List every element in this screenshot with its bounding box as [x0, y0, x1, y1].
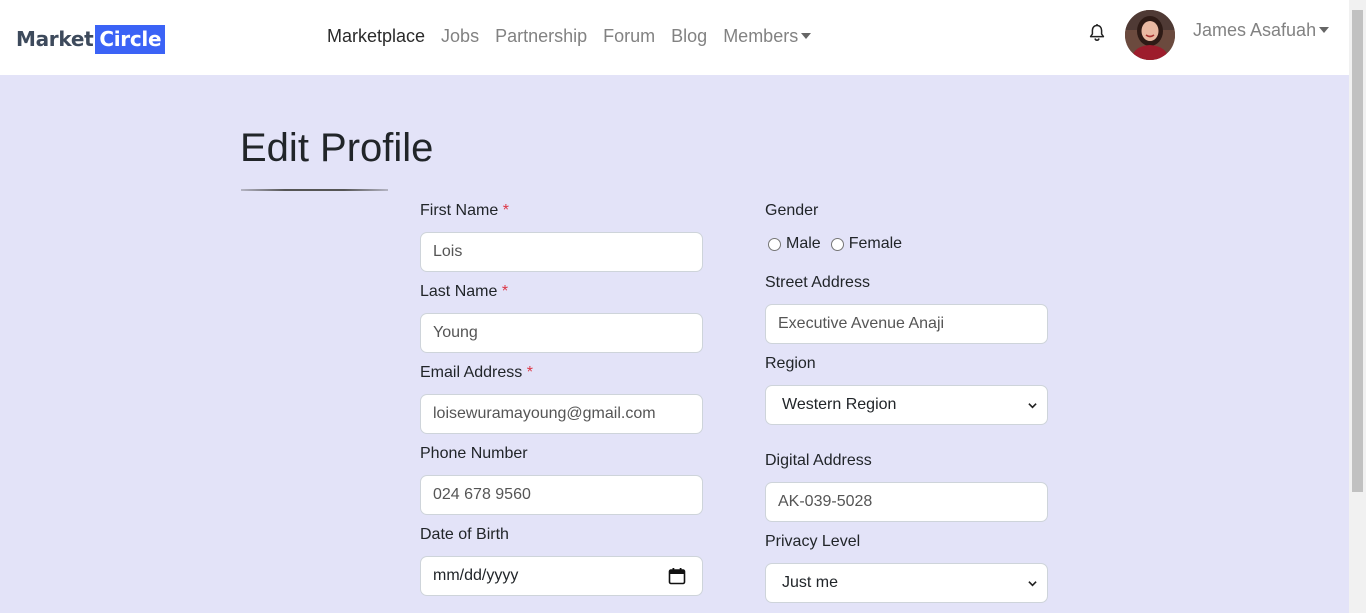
email-input[interactable]: loisewuramayoung@gmail.com — [420, 394, 703, 434]
dob-placeholder: mm/dd/yyyy — [433, 567, 519, 584]
notification-bell-icon[interactable] — [1087, 23, 1107, 43]
street-address-input[interactable]: Executive Avenue Anaji — [765, 304, 1048, 344]
privacy-level-select[interactable]: Just me — [765, 563, 1048, 603]
gender-female-radio[interactable] — [830, 237, 844, 251]
region-select[interactable]: Western Region — [765, 385, 1048, 425]
nav-link-marketplace[interactable]: Marketplace — [327, 26, 425, 47]
first-name-label-text: First Name — [420, 202, 499, 219]
email-label-text: Email Address — [420, 364, 523, 381]
gender-label: Gender — [765, 202, 819, 219]
caret-down-icon — [1319, 26, 1330, 33]
nav-members-dropdown[interactable]: Members — [723, 26, 812, 47]
region-label: Region — [765, 355, 816, 372]
phone-input[interactable]: 024 678 9560 — [420, 475, 703, 515]
required-asterisk: * — [526, 364, 533, 381]
privacy-selected-value: Just me — [782, 574, 839, 591]
dob-date-input[interactable]: mm/dd/yyyy — [420, 556, 703, 596]
last-name-label-text: Last Name — [420, 283, 498, 300]
region-selected-value: Western Region — [782, 396, 897, 413]
logo-word-circle: Circle — [95, 24, 166, 54]
page-title: Edit Profile — [240, 126, 434, 170]
last-name-label: Last Name * — [420, 283, 508, 301]
user-menu-dropdown[interactable]: James Asafuah — [1193, 20, 1330, 41]
logo-word-market: Market — [16, 27, 94, 51]
digital-address-input[interactable]: AK-039-5028 — [765, 482, 1048, 522]
required-asterisk: * — [502, 202, 509, 219]
gender-female-label[interactable]: Female — [849, 235, 902, 253]
phone-label: Phone Number — [420, 445, 528, 462]
scrollbar-thumb[interactable] — [1352, 10, 1363, 492]
privacy-level-label: Privacy Level — [765, 533, 861, 550]
gender-radio-group: Male Female — [768, 235, 912, 253]
chevron-down-icon — [1028, 581, 1037, 587]
nav-link-forum[interactable]: Forum — [603, 26, 655, 47]
digital-address-label: Digital Address — [765, 452, 872, 469]
street-address-label: Street Address — [765, 274, 870, 291]
chevron-down-icon — [1028, 403, 1037, 409]
dob-label: Date of Birth — [420, 526, 509, 543]
user-avatar[interactable] — [1125, 10, 1175, 60]
last-name-input[interactable]: Young — [420, 313, 703, 353]
calendar-icon[interactable] — [668, 567, 686, 585]
caret-down-icon — [801, 32, 812, 39]
title-divider — [241, 189, 388, 191]
nav-members-label: Members — [723, 26, 799, 46]
first-name-label: First Name * — [420, 202, 509, 220]
first-name-input[interactable]: Lois — [420, 232, 703, 272]
required-asterisk: * — [501, 283, 509, 300]
vertical-scrollbar[interactable] — [1349, 0, 1366, 613]
gender-male-label[interactable]: Male — [786, 235, 821, 253]
top-navbar: Market Circle Marketplace Jobs Partnersh… — [0, 0, 1349, 75]
nav-link-partnership[interactable]: Partnership — [495, 26, 587, 47]
user-name: James Asafuah — [1193, 20, 1317, 40]
marketcircle-logo[interactable]: Market Circle — [16, 24, 166, 54]
gender-male-radio[interactable] — [768, 237, 781, 251]
email-label: Email Address * — [420, 364, 533, 382]
nav-link-jobs[interactable]: Jobs — [441, 26, 479, 47]
nav-link-blog[interactable]: Blog — [671, 26, 707, 47]
main-nav: Marketplace Jobs Partnership Forum Blog … — [327, 26, 827, 47]
